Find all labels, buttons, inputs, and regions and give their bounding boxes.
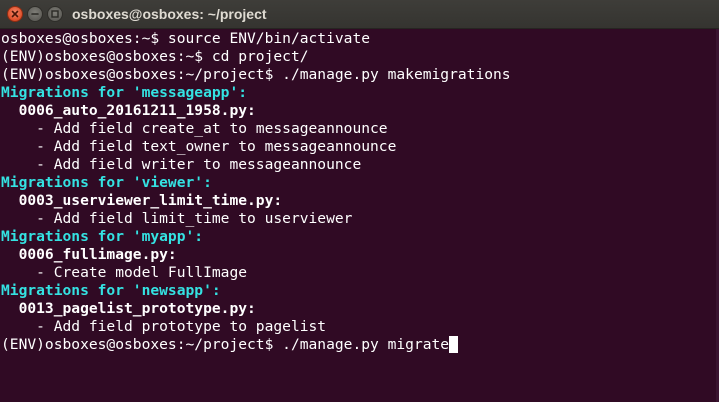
migration-file: 0006_auto_20161211_1958.py: xyxy=(1,102,256,119)
terminal-line: osboxes@osboxes:~$ source ENV/bin/activa… xyxy=(1,30,371,47)
close-button[interactable] xyxy=(7,6,23,22)
close-icon xyxy=(11,10,19,18)
migrations-heading: Migrations for 'viewer': xyxy=(1,174,212,191)
maximize-icon xyxy=(51,10,59,18)
minimize-icon xyxy=(31,13,39,15)
migration-file: 0006_fullimage.py: xyxy=(1,246,177,263)
migration-operation: - Add field create_at to messageannounce xyxy=(1,120,388,137)
terminal-line: (ENV)osboxes@osboxes:~/project$ ./manage… xyxy=(1,66,511,83)
text-cursor xyxy=(449,336,459,353)
window-title: osboxes@osboxes: ~/project xyxy=(72,6,267,22)
terminal-window: osboxes@osboxes: ~/project osboxes@osbox… xyxy=(0,0,719,402)
minimize-button[interactable] xyxy=(27,6,43,22)
terminal-line: (ENV)osboxes@osboxes:~$ cd project/ xyxy=(1,48,309,65)
migration-operation: - Add field writer to messageannounce xyxy=(1,156,362,173)
terminal-output[interactable]: osboxes@osboxes:~$ source ENV/bin/activa… xyxy=(0,29,719,402)
terminal-prompt-line[interactable]: (ENV)osboxes@osboxes:~/project$ ./manage… xyxy=(1,336,719,354)
migration-operation: - Add field text_owner to messageannounc… xyxy=(1,138,397,155)
maximize-button[interactable] xyxy=(47,6,63,22)
migration-operation: - Add field limit_time to userviewer xyxy=(1,210,353,227)
migrations-heading: Migrations for 'messageapp': xyxy=(1,84,248,101)
migration-file: 0003_userviewer_limit_time.py: xyxy=(1,192,283,209)
terminal-command: (ENV)osboxes@osboxes:~/project$ ./manage… xyxy=(1,336,450,353)
migration-operation: - Create model FullImage xyxy=(1,264,248,281)
migrations-heading: Migrations for 'myapp': xyxy=(1,228,204,245)
migration-operation: - Add field prototype to pagelist xyxy=(1,318,327,335)
migration-file: 0013_pagelist_prototype.py: xyxy=(1,300,256,317)
migrations-heading: Migrations for 'newsapp': xyxy=(1,282,221,299)
title-bar[interactable]: osboxes@osboxes: ~/project xyxy=(0,0,719,29)
